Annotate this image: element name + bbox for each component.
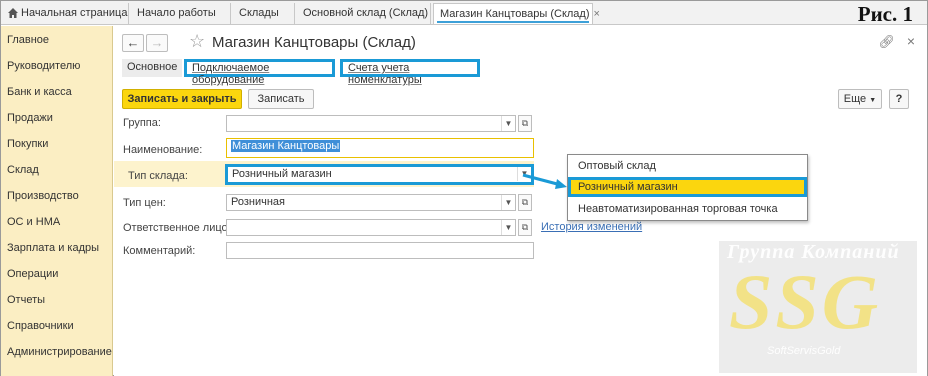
price-type-label: Тип цен: xyxy=(123,197,166,209)
figure-label: Рис. 1 xyxy=(857,2,913,26)
arrow-icon xyxy=(522,173,567,189)
dropdown-option-nonauto[interactable]: Неавтоматизированная торговая точка xyxy=(568,199,807,219)
history-link[interactable]: История изменений xyxy=(541,221,642,233)
sidebar-item-manager[interactable]: Руководителю xyxy=(7,60,80,72)
tab-equipment[interactable]: Подключаемое оборудование xyxy=(184,59,335,86)
warehouse-type-dropdown: Оптовый склад Розничный магазин Неавтома… xyxy=(567,154,808,221)
watermark: Группа Компаний SSG SoftServisGold xyxy=(719,241,917,373)
sidebar-item-assets[interactable]: ОС и НМА xyxy=(7,216,60,228)
tab-home-label: Начальная страница xyxy=(21,7,128,19)
sidebar-item-payroll[interactable]: Зарплата и кадры xyxy=(7,242,99,254)
sidebar-item-references[interactable]: Справочники xyxy=(7,320,74,332)
tab-label: Склады xyxy=(239,7,279,19)
page-title: Магазин Канцтовары (Склад) xyxy=(212,34,416,51)
sidebar-item-production[interactable]: Производство xyxy=(7,190,79,202)
sidebar-item-reports[interactable]: Отчеты xyxy=(7,294,45,306)
link-icon[interactable]: 🔗︎ xyxy=(878,34,895,50)
dropdown-option-retail[interactable]: Розничный магазин xyxy=(568,177,807,197)
star-icon[interactable]: ☆ xyxy=(189,31,205,52)
save-close-button[interactable]: Записать и закрыть xyxy=(122,89,242,109)
sidebar-item-operations[interactable]: Операции xyxy=(7,268,58,280)
responsible-label: Ответственное лицо: xyxy=(123,222,231,234)
tab-accounts[interactable]: Счета учета номенклатуры xyxy=(340,59,480,86)
chevron-down-icon: ▼ xyxy=(869,97,877,104)
name-field[interactable]: Магазин Канцтовары xyxy=(226,138,534,158)
tab-basic[interactable]: Основное xyxy=(122,59,182,77)
more-label: Еще xyxy=(843,93,867,105)
tab-close-icon[interactable]: × xyxy=(594,8,600,20)
home-icon xyxy=(8,8,18,18)
comment-field[interactable] xyxy=(226,242,534,259)
sidebar: Главное Руководителю Банк и касса Продаж… xyxy=(1,26,113,376)
tab-start[interactable]: Начало работы xyxy=(131,3,231,24)
back-button[interactable]: ← xyxy=(122,34,144,52)
tab-label: Начало работы xyxy=(137,7,216,19)
tab-active-store[interactable]: Магазин Канцтовары (Склад) × xyxy=(433,3,600,24)
sidebar-item-warehouse[interactable]: Склад xyxy=(7,164,39,176)
sidebar-item-main[interactable]: Главное xyxy=(7,34,49,46)
chevron-down-icon[interactable]: ▼ xyxy=(501,195,515,210)
sidebar-item-purchases[interactable]: Покупки xyxy=(7,138,48,150)
tab-home[interactable]: Начальная страница xyxy=(3,3,129,24)
warehouse-type-select[interactable]: Розничный магазин ▼ xyxy=(225,164,534,185)
watermark-small: SoftServisGold xyxy=(767,345,841,357)
forward-button[interactable]: → xyxy=(146,34,168,52)
watermark-logo: SSG xyxy=(729,258,882,345)
save-button[interactable]: Записать xyxy=(248,89,314,109)
price-type-field[interactable]: Розничная ▼ xyxy=(226,194,516,211)
sidebar-item-bank[interactable]: Банк и касса xyxy=(7,86,72,98)
name-value: Магазин Канцтовары xyxy=(231,140,341,152)
sidebar-item-sales[interactable]: Продажи xyxy=(7,112,53,124)
open-icon[interactable]: ⧉ xyxy=(518,219,532,236)
open-icon[interactable]: ⧉ xyxy=(518,194,532,211)
name-label: Наименование: xyxy=(123,144,203,156)
open-icon[interactable]: ⧉ xyxy=(518,115,532,132)
group-field[interactable]: ▼ xyxy=(226,115,516,132)
dropdown-option-wholesale[interactable]: Оптовый склад xyxy=(568,156,807,176)
price-type-value: Розничная xyxy=(231,196,285,208)
tab-warehouses[interactable]: Склады xyxy=(233,3,295,24)
warehouse-type-value: Розничный магазин xyxy=(232,168,332,180)
chevron-down-icon[interactable]: ▼ xyxy=(501,220,515,235)
tab-main-warehouse[interactable]: Основной склад (Склад) xyxy=(297,3,431,24)
tab-label: Основной склад (Склад) xyxy=(303,7,429,19)
more-button[interactable]: Еще ▼ xyxy=(838,89,882,109)
tab-bar: Начальная страница Начало работы Склады … xyxy=(1,1,927,26)
responsible-field[interactable]: ▼ xyxy=(226,219,516,236)
chevron-down-icon[interactable]: ▼ xyxy=(501,116,515,131)
close-icon[interactable]: × xyxy=(907,33,915,49)
tab-label: Магазин Канцтовары (Склад) xyxy=(440,8,590,20)
help-button[interactable]: ? xyxy=(889,89,909,109)
sidebar-item-admin[interactable]: Администрирование xyxy=(7,346,112,358)
comment-label: Комментарий: xyxy=(123,245,196,257)
warehouse-type-label: Тип склада: xyxy=(128,170,188,182)
group-label: Группа: xyxy=(123,117,161,129)
